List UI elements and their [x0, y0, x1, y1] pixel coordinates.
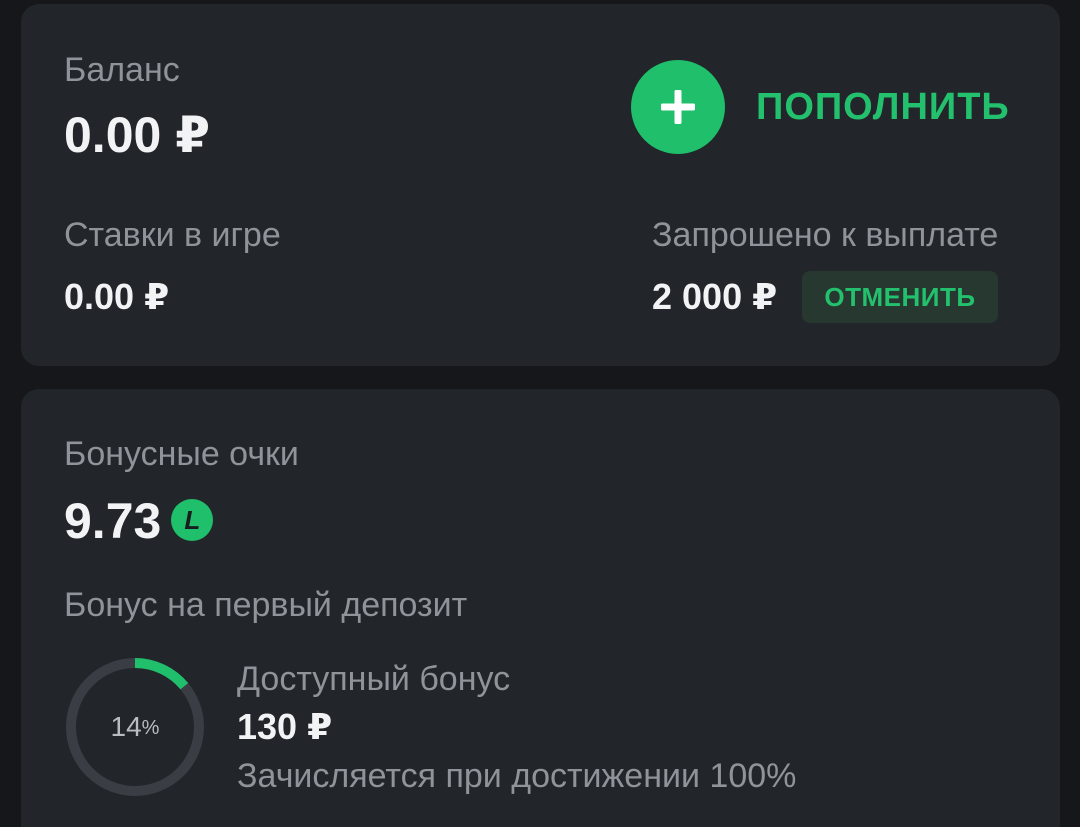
bonus-progress-ring: 14%: [63, 655, 207, 799]
balance-label: Баланс: [64, 51, 180, 89]
topup-label: ПОПОЛНИТЬ: [756, 85, 1010, 128]
cancel-payout-button[interactable]: ОТМЕНИТЬ: [802, 271, 998, 323]
bets-amount: 0.00 ₽: [64, 276, 170, 317]
balance-card: Баланс 0.00 ₽ ПОПОЛНИТЬ Ставки в игре 0.…: [21, 4, 1060, 366]
bonus-card: Бонусные очки 9.73 L Бонус на первый депо…: [21, 389, 1060, 827]
available-bonus-label: Доступный бонус: [237, 660, 511, 698]
bets-label: Ставки в игре: [64, 216, 281, 254]
first-deposit-label: Бонус на первый депозит: [64, 586, 468, 624]
balance-amount: 0.00 ₽: [64, 107, 210, 163]
payout-label: Запрошено к выплате: [652, 216, 999, 254]
bonus-points-label: Бонусные очки: [64, 435, 299, 473]
bonus-points-value: 9.73: [64, 493, 162, 549]
bonus-points-row: 9.73 L: [64, 493, 214, 549]
topup-button[interactable]: ПОПОЛНИТЬ: [631, 59, 1010, 155]
bonus-coin-icon: L: [171, 498, 214, 541]
wallet-screen: Баланс 0.00 ₽ ПОПОЛНИТЬ Ставки в игре 0.…: [0, 0, 1080, 827]
bonus-note: Зачисляется при достижении 100%: [237, 757, 797, 795]
payout-amount: 2 000 ₽: [652, 276, 778, 317]
plus-icon: [631, 60, 725, 154]
progress-percent: 14%: [110, 711, 160, 742]
available-bonus-amount: 130 ₽: [237, 706, 333, 747]
